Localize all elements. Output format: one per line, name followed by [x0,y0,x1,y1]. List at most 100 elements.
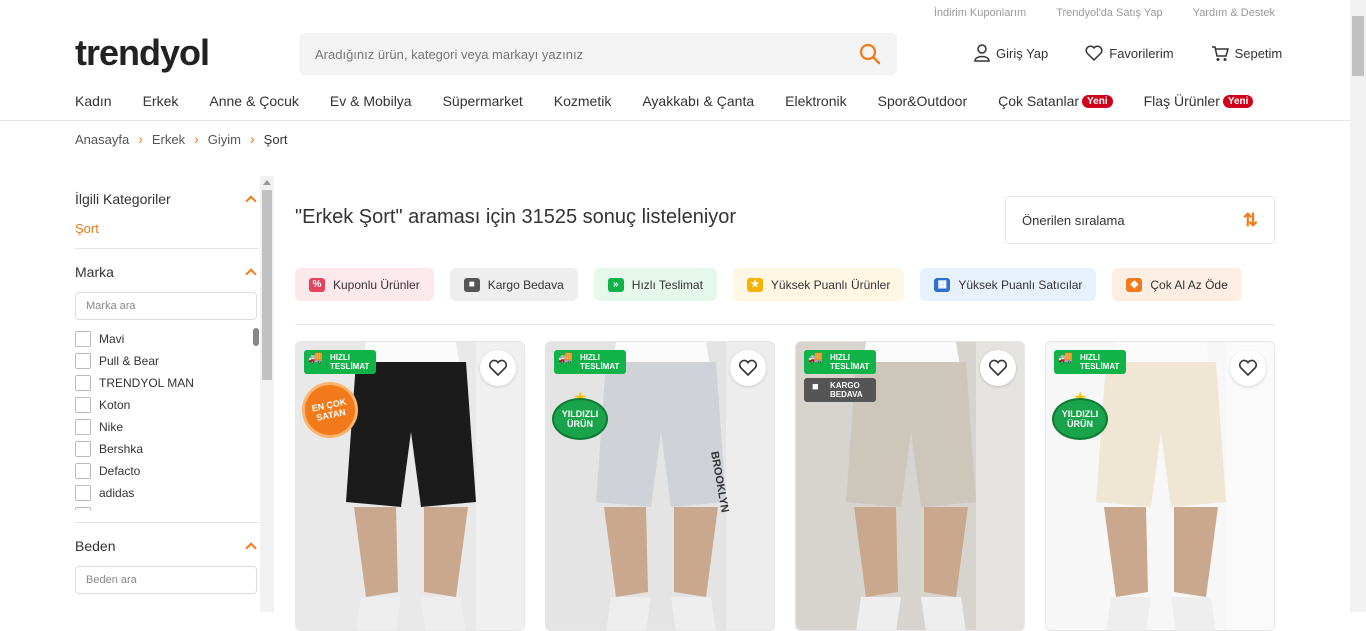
chip-icon: ▦ [934,277,951,292]
heart-icon [1238,359,1258,377]
search-bar [299,33,897,75]
brand-option[interactable]: Pull & Bear [75,350,259,372]
top-link-coupons[interactable]: İndirim Kuponlarım [934,7,1026,19]
chip-icon: ◆ [1126,277,1143,292]
nav-item-label: Ev & Mobilya [329,93,412,109]
brand-option[interactable]: Koton [75,394,259,416]
product-card[interactable]: HIZLI TESLİMAT ★YILDIZLI ÜRÜN [1045,341,1275,631]
brand-checkbox[interactable] [75,463,91,479]
brand-label: Pull & Bear [99,354,160,368]
nav-item[interactable]: Ayakkabı & Çanta [642,93,754,109]
brand-label: Defacto [99,464,141,478]
product-image[interactable]: BROOKLYN [546,342,775,631]
scroll-up-icon[interactable] [263,180,271,185]
brand-option[interactable]: adidas [75,482,259,504]
brand-checkbox[interactable] [75,441,91,457]
chip-label: Çok Al Az Öde [1150,277,1228,292]
product-card[interactable]: BROOKLYN HIZLI TESLİMAT ★YILDIZLI ÜRÜN [545,341,775,631]
brand-checkbox[interactable] [75,331,91,347]
star-product-label: YILDIZLI ÜRÜN [1052,398,1108,440]
chip-label: Yüksek Puanlı Satıcılar [958,277,1083,292]
sort-dropdown[interactable]: Önerilen sıralama ⇅ [1005,196,1275,244]
logo[interactable]: trendyol [75,33,210,73]
size-header[interactable]: Beden [75,538,259,554]
top-link-help[interactable]: Yardım & Destek [1193,7,1275,19]
nav-item[interactable]: Kozmetik [554,93,612,109]
nav-item[interactable]: Kadın [75,93,112,109]
quick-filter-chip[interactable]: ■ Kargo Bedava [449,268,578,301]
favorite-button[interactable] [980,350,1016,386]
brand-checkbox[interactable] [75,375,91,391]
brand-checkbox[interactable] [75,485,91,501]
brand-option[interactable]: Jack & Jones [75,504,259,510]
quick-filter-chip[interactable]: % Kuponlu Ürünler [295,268,434,301]
breadcrumb-men[interactable]: Erkek [152,132,185,147]
brand-checkbox[interactable] [75,507,91,510]
nav-item[interactable]: Flaş Ürünler Yeni [1144,93,1254,109]
favorites-button[interactable]: Favorilerim [1085,44,1174,62]
login-button[interactable]: Giriş Yap [974,44,1048,62]
nav-item-label: Çok Satanlar [998,93,1080,109]
nav-item[interactable]: Ev & Mobilya [330,93,412,109]
nav-item-label: Anne & Çocuk [209,93,299,109]
brand-option[interactable]: TRENDYOL MAN [75,372,259,394]
sidebar-scrollbar[interactable] [260,176,274,612]
sidebar-scroll-thumb[interactable] [262,190,272,380]
product-card[interactable]: HIZLI TESLİMAT EN ÇOK SATAN [295,341,525,631]
brand-option[interactable]: Nike [75,416,259,438]
brand-option[interactable]: Defacto [75,460,259,482]
breadcrumb-clothing[interactable]: Giyim [208,132,241,147]
top-link-sell[interactable]: Trendyol'da Satış Yap [1056,7,1162,19]
brand-header[interactable]: Marka [75,264,259,280]
brand-checkbox[interactable] [75,353,91,369]
brand-option[interactable]: Mavi [75,328,259,350]
brand-checkbox[interactable] [75,397,91,413]
search-icon[interactable] [859,43,881,65]
user-actions: Giriş Yap Favorilerim Sepetim [974,44,1282,62]
size-section: Beden Beden ara [75,523,259,606]
favorite-button[interactable] [730,350,766,386]
brand-section: Marka Marka ara Mavi Pull & Bear TRENDYOL … [75,249,259,523]
brand-option[interactable]: Bershka [75,438,259,460]
nav-item[interactable]: Elektronik [785,93,846,109]
category-nav: Kadın Erkek Anne & Çocuk Ev & Mobilya Süperm… [75,93,1284,109]
cart-icon [1211,45,1229,61]
quick-filter-chip[interactable]: ◆ Çok Al Az Öde [1112,268,1242,301]
brand-checkbox[interactable] [75,419,91,435]
brand-list-scrollbar[interactable] [253,328,259,346]
nav-item[interactable]: Spor&Outdoor [878,93,968,109]
fast-delivery-badge: HIZLI TESLİMAT [804,350,876,374]
results-title: "Erkek Şort" araması için 31525 sonuç li… [295,206,737,228]
size-search-input[interactable]: Beden ara [75,566,257,594]
page-scroll-thumb[interactable] [1352,16,1364,76]
chevron-right-icon: › [250,131,255,147]
brand-label: Nike [99,420,124,434]
quick-filter-chip[interactable]: ★ Yüksek Puanlı Ürünler [732,268,905,301]
related-categories-section: İlgili Kategoriler Şort [75,176,259,249]
free-shipping-badge: KARGO BEDAVA [804,378,876,402]
product-image[interactable] [1046,342,1275,631]
quick-filter-chip[interactable]: » Hızlı Teslimat [593,268,717,301]
breadcrumb-home[interactable]: Anasayfa [75,132,129,147]
nav-item[interactable]: Çok Satanlar Yeni [998,93,1113,109]
nav-item[interactable]: Erkek [143,93,179,109]
quick-filter-chips: % Kuponlu Ürünler ■ Kargo Bedava » Hızlı Tesl… [295,268,1242,301]
sort-arrows-icon: ⇅ [1242,209,1258,230]
page-scrollbar[interactable] [1350,0,1366,612]
nav-item[interactable]: Süpermarket [443,93,523,109]
brand-search-input[interactable]: Marka ara [75,292,257,320]
product-card[interactable]: HIZLI TESLİMAT KARGO BEDAVA [795,341,1025,631]
heart-icon [1085,45,1103,61]
favorite-button[interactable] [480,350,516,386]
related-category-link[interactable]: Şort [75,221,259,236]
nav-item[interactable]: Anne & Çocuk [209,93,299,109]
search-input[interactable] [315,46,859,62]
chevron-up-icon [245,195,257,207]
cart-button[interactable]: Sepetim [1211,44,1282,62]
favorite-button[interactable] [1230,350,1266,386]
favorites-label: Favorilerim [1109,45,1174,61]
brand-label: Bershka [99,442,144,456]
related-categories-header[interactable]: İlgili Kategoriler [75,191,259,207]
brand-label: TRENDYOL MAN [99,376,194,390]
quick-filter-chip[interactable]: ▦ Yüksek Puanlı Satıcılar [920,268,1097,301]
